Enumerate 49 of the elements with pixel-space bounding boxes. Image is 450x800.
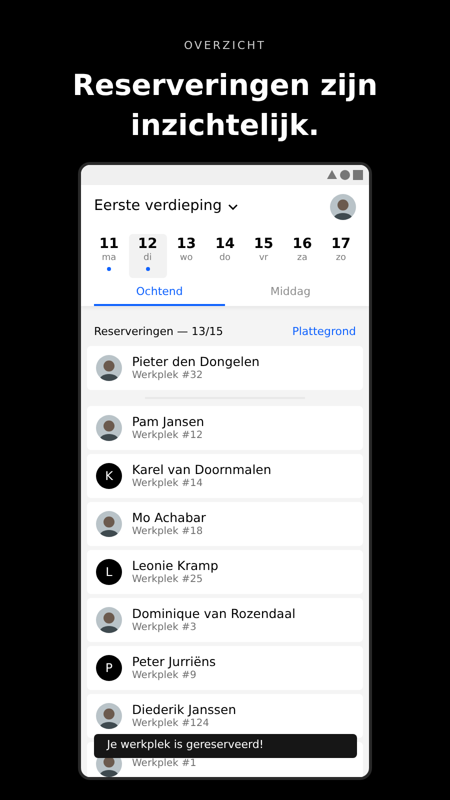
avatar-icon bbox=[96, 703, 122, 729]
desk-label: Werkplek #32 bbox=[132, 370, 204, 382]
person-name: Diederik Janssen bbox=[132, 702, 236, 718]
avatar-icon bbox=[96, 415, 122, 441]
desk-label: Werkplek #18 bbox=[132, 526, 204, 538]
avatar-icon bbox=[96, 511, 122, 537]
reservation-card[interactable]: L Leonie Kramp Werkplek #25 bbox=[87, 550, 363, 594]
chevron-down-icon bbox=[228, 204, 238, 210]
day-button[interactable]: 13 wo bbox=[167, 234, 206, 278]
headline: Reserveringen zijn inzichtelijk. bbox=[71, 66, 379, 144]
avatar-icon bbox=[96, 355, 122, 381]
initial-avatar: L bbox=[96, 559, 122, 585]
avatar-icon bbox=[330, 194, 356, 220]
initial-avatar: P bbox=[96, 655, 122, 681]
desk-label: Werkplek #124 bbox=[132, 718, 210, 730]
person-name: Leonie Kramp bbox=[132, 558, 218, 574]
reservation-card[interactable]: Pam Jansen Werkplek #12 bbox=[87, 406, 363, 450]
person-name: Karel van Doornmalen bbox=[132, 462, 272, 478]
person-name: Mo Achabar bbox=[132, 510, 206, 526]
floor-plan-link[interactable]: Plattegrond bbox=[292, 324, 356, 340]
desk-label: Werkplek #25 bbox=[132, 574, 204, 586]
reservation-card[interactable]: Pieter den Dongelen Werkplek #32 bbox=[87, 346, 363, 390]
person-name: Pam Jansen bbox=[132, 414, 204, 430]
desk-label: Werkplek #14 bbox=[132, 478, 204, 490]
avatar-icon bbox=[96, 607, 122, 633]
section-title: Reserveringen — 13/15 bbox=[94, 324, 224, 340]
desk-label: Werkplek #3 bbox=[132, 622, 198, 634]
day-button[interactable]: 14 do bbox=[206, 234, 244, 278]
day-button[interactable]: 16 za bbox=[283, 234, 322, 278]
eyebrow-label: OVERZICHT bbox=[184, 38, 266, 54]
day-button[interactable]: 11 ma bbox=[90, 234, 128, 278]
reservation-card[interactable]: P Peter Jurriëns Werkplek #9 bbox=[87, 646, 363, 690]
tab[interactable]: Ochtend bbox=[94, 282, 225, 306]
day-button[interactable]: 17 zo bbox=[322, 234, 360, 278]
reservation-card[interactable]: Mo Achabar Werkplek #18 bbox=[87, 502, 363, 546]
desk-label: Werkplek #1 bbox=[132, 758, 196, 770]
reservation-card[interactable]: K Karel van Doornmalen Werkplek #14 bbox=[87, 454, 363, 498]
toast: Je werkplek is gereserveerd! bbox=[94, 734, 357, 758]
reservation-card[interactable]: Diederik Janssen Werkplek #124 bbox=[87, 694, 363, 738]
day-button[interactable]: 15 vr bbox=[244, 234, 283, 278]
desk-label: Werkplek #12 bbox=[132, 430, 204, 442]
person-name: Pieter den Dongelen bbox=[132, 354, 260, 370]
desk-label: Werkplek #9 bbox=[132, 670, 198, 682]
day-button[interactable]: 12 di bbox=[128, 234, 167, 278]
person-name: Peter Jurriëns bbox=[132, 654, 216, 670]
initial-avatar: K bbox=[96, 463, 122, 489]
person-name: Dominique van Rozendaal bbox=[132, 606, 296, 622]
floor-dropdown[interactable]: Eerste verdieping bbox=[94, 196, 238, 218]
reservation-card[interactable]: Dominique van Rozendaal Werkplek #3 bbox=[87, 598, 363, 642]
